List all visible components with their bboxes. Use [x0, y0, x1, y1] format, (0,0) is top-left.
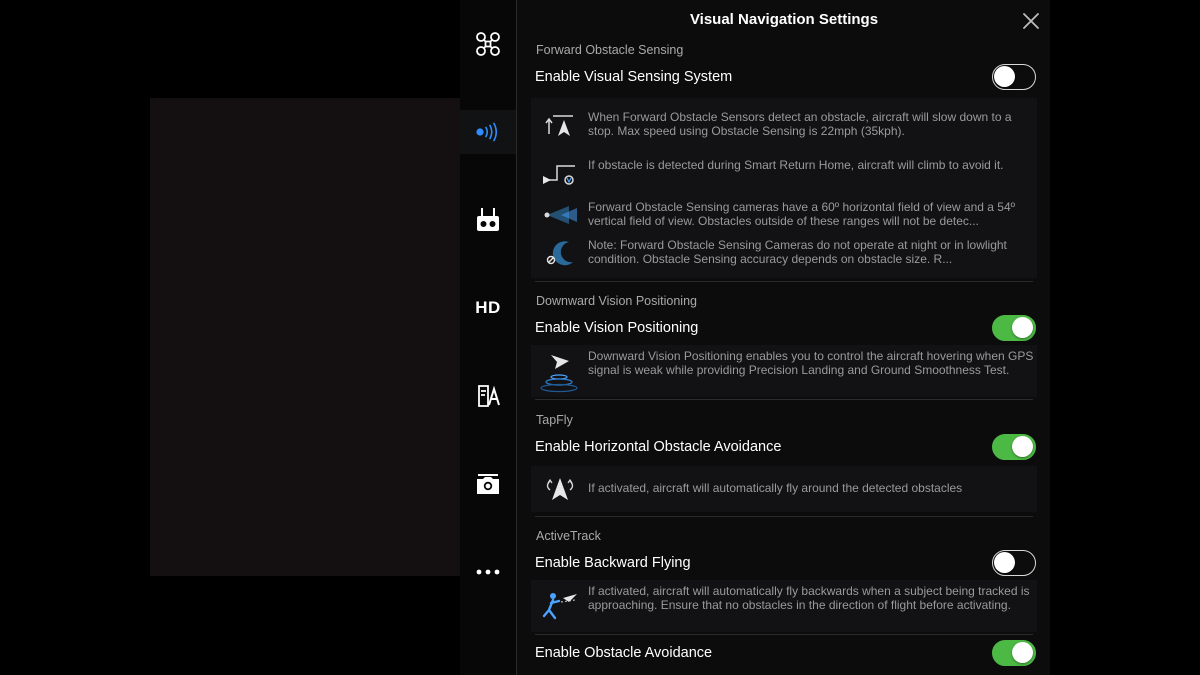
right-margin [1050, 0, 1200, 675]
toggle-knob [1012, 436, 1033, 457]
section-header-forward-obstacle-sensing: Forward Obstacle Sensing [536, 43, 684, 57]
panel-title: Visual Navigation Settings [689, 11, 879, 28]
tapfly-info-box: If activated, aircraft will automaticall… [531, 466, 1037, 512]
info-text: Note: Forward Obstacle Sensing Cameras d… [588, 238, 1007, 267]
close-button[interactable] [1021, 11, 1041, 31]
vision-positioning-label: Enable Vision Positioning [535, 320, 699, 336]
section-header-tapfly: TapFly [536, 413, 573, 427]
obstacle-slowdown-icon [545, 115, 573, 136]
info-text: If activated, aircraft will automaticall… [588, 584, 1030, 613]
info-text: Downward Vision Positioning enables you … [588, 349, 1034, 378]
night-mode-icon [546, 241, 573, 266]
obstacle-avoidance-label: Enable Obstacle Avoidance [535, 645, 713, 661]
divider [535, 516, 1033, 517]
vision-positioning-toggle[interactable] [992, 315, 1036, 341]
toggle-knob [994, 66, 1015, 87]
toggle-knob [1012, 642, 1033, 663]
info-text: If activated, aircraft will automaticall… [588, 481, 963, 495]
rail-remote-controller-button[interactable] [460, 198, 516, 242]
remote-controller-icon [477, 208, 499, 231]
rail-aircraft-button[interactable] [460, 22, 516, 66]
settings-icon-rail: HD [460, 0, 516, 675]
info-text: When Forward Obstacle Sensors detect an … [588, 110, 1012, 139]
horizontal-avoidance-label: Enable Horizontal Obstacle Avoidance [535, 439, 782, 455]
divider [535, 634, 1033, 635]
info-text: Forward Obstacle Sensing cameras have a … [588, 200, 1015, 229]
vision-positioning-icon [540, 355, 578, 393]
toggle-knob [994, 552, 1015, 573]
rail-battery-button[interactable] [460, 374, 516, 418]
horizontal-avoidance-toggle[interactable] [992, 434, 1036, 460]
return-home-climb-icon [543, 165, 575, 185]
camera-icon [477, 474, 499, 494]
camera-live-view[interactable] [150, 98, 460, 576]
divider [535, 399, 1033, 400]
rail-camera-button[interactable] [460, 462, 516, 506]
horizontal-avoidance-icon [546, 478, 574, 500]
visual-sensing-label: Enable Visual Sensing System [535, 69, 733, 85]
field-of-view-icon [544, 206, 577, 224]
section-header-downward-vision-positioning: Downward Vision Positioning [536, 294, 697, 308]
downward-vision-info-box: Downward Vision Positioning enables you … [531, 345, 1037, 397]
battery-icon [478, 385, 500, 407]
obstacle-sensing-icon [476, 122, 498, 142]
rail-hd-button[interactable]: HD [460, 286, 516, 330]
backward-flying-icon [542, 593, 577, 620]
aircraft-icon [476, 32, 500, 56]
rail-more-button[interactable] [460, 550, 516, 594]
toggle-knob [1012, 317, 1033, 338]
divider [535, 281, 1033, 282]
visual-navigation-settings-panel: Visual Navigation Settings Forward Obsta… [516, 0, 1051, 675]
activetrack-info-box: If activated, aircraft will automaticall… [531, 580, 1037, 632]
close-icon [1023, 13, 1039, 29]
backward-flying-toggle[interactable] [992, 550, 1036, 576]
hd-icon: HD [475, 298, 501, 317]
obstacle-avoidance-toggle[interactable] [992, 640, 1036, 666]
visual-sensing-toggle[interactable] [992, 64, 1036, 90]
backward-flying-label: Enable Backward Flying [535, 555, 691, 571]
rail-obstacle-sensing-button[interactable] [460, 110, 516, 154]
more-icon [476, 569, 500, 575]
info-text: If obstacle is detected during Smart Ret… [588, 158, 1004, 172]
forward-sensing-info-box: When Forward Obstacle Sensors detect an … [531, 98, 1037, 278]
section-header-activetrack: ActiveTrack [536, 529, 601, 543]
